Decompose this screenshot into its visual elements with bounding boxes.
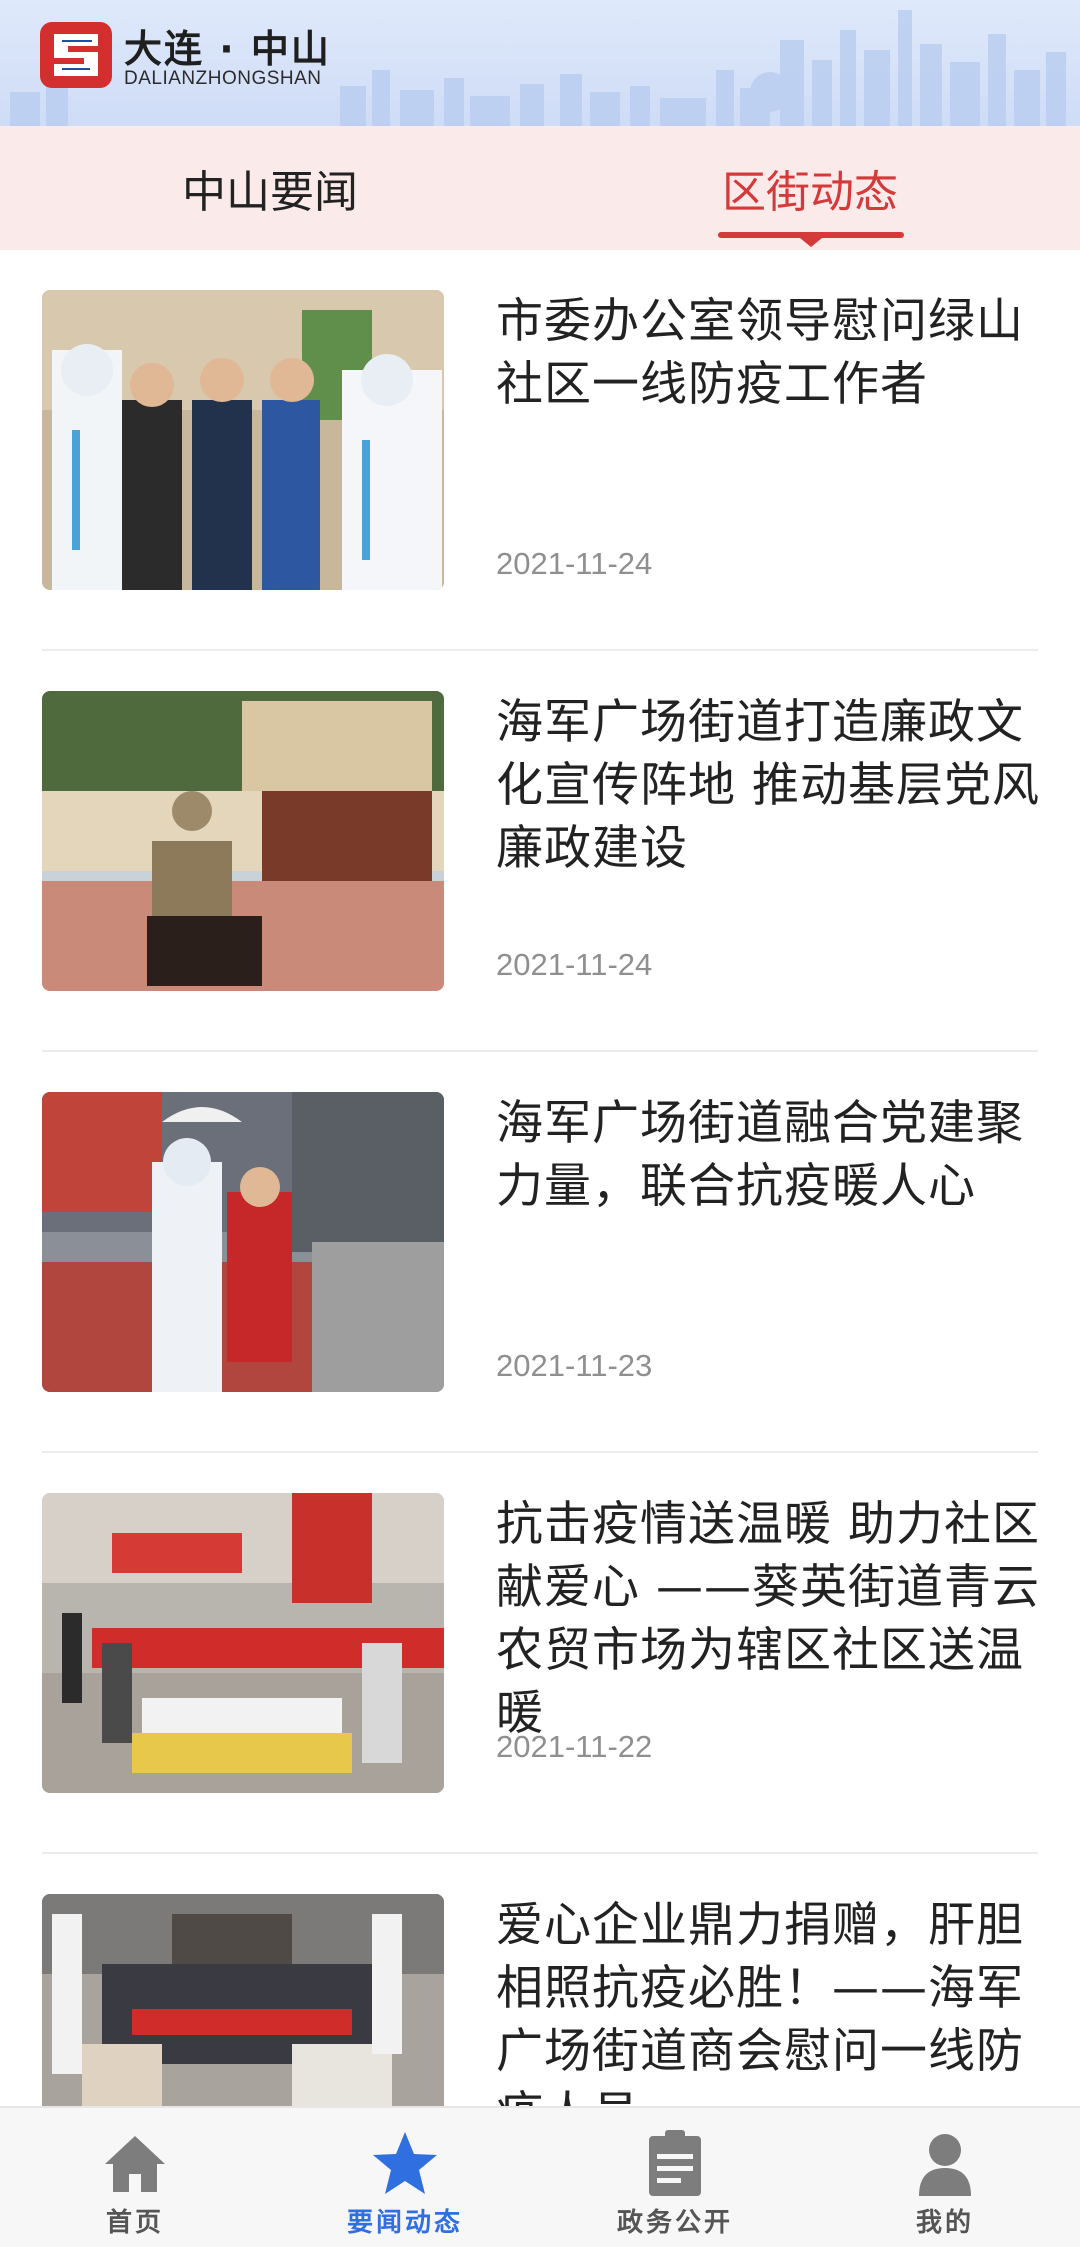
- photo-statue-plaza: [42, 691, 444, 991]
- news-title[interactable]: 爱心企业鼎力捐赠，肝胆相照抗疫必胜！——海军广场街道商会慰问一线防疫人员: [496, 1894, 1044, 2106]
- photo-testing-worker-street: [42, 1092, 444, 1392]
- news-title[interactable]: 海军广场街道融合党建聚力量，联合抗疫暖人心: [496, 1092, 1044, 1218]
- nav-home[interactable]: 首页: [0, 2108, 270, 2247]
- news-title[interactable]: 市委办公室领导慰问绿山社区一线防疫工作者: [496, 290, 1044, 416]
- photo-group-donation-banner: [42, 1894, 444, 2106]
- news-title[interactable]: 海军广场街道打造廉政文化宣传阵地 推动基层党风廉政建设: [496, 691, 1044, 880]
- nav-profile[interactable]: 我的: [810, 2108, 1080, 2247]
- nav-label-government: 政务公开: [616, 2208, 733, 2238]
- news-title[interactable]: 抗击疫情送温暖 助力社区献爱心 ——葵英街道青云农贸市场为辖区社区送温暖: [496, 1493, 1044, 1745]
- dalian-zhongshan-logo: [40, 22, 112, 88]
- photo-market-donation: [42, 1493, 444, 1793]
- news-date: 2021-11-23: [496, 1348, 653, 1383]
- user-icon: [919, 2134, 971, 2196]
- news-tabs: 中山要闻 区街动态: [0, 126, 1080, 250]
- list-item[interactable]: 市委办公室领导慰问绿山社区一线防疫工作者 2021-11-24: [0, 250, 1080, 651]
- news-date: 2021-11-24: [496, 947, 653, 982]
- clipboard-icon: [649, 2130, 701, 2196]
- list-item[interactable]: 海军广场街道融合党建聚力量，联合抗疫暖人心 2021-11-23: [0, 1052, 1080, 1453]
- news-thumbnail[interactable]: [42, 1092, 444, 1392]
- tab-zhongshan-news[interactable]: 中山要闻: [0, 126, 540, 250]
- brand-subtitle: DALIANZHONGSHAN: [124, 68, 322, 89]
- brand-title: 大连 · 中山: [124, 27, 331, 71]
- nav-label-profile: 我的: [915, 2208, 974, 2238]
- active-tab-caret: [800, 238, 822, 247]
- list-item[interactable]: 爱心企业鼎力捐赠，肝胆相照抗疫必胜！——海军广场街道商会慰问一线防疫人员: [0, 1854, 1080, 2106]
- star-icon: [373, 2132, 437, 2194]
- bottom-navigation: 首页 要闻动态 政务公开 我的: [0, 2106, 1080, 2247]
- nav-label-home: 首页: [105, 2208, 164, 2238]
- app-header: 大连 · 中山 DALIANZHONGSHAN: [0, 0, 1080, 126]
- list-item[interactable]: 抗击疫情送温暖 助力社区献爱心 ——葵英街道青云农贸市场为辖区社区送温暖 202…: [0, 1453, 1080, 1854]
- nav-news[interactable]: 要闻动态: [270, 2108, 540, 2247]
- home-icon: [105, 2136, 165, 2192]
- news-thumbnail[interactable]: [42, 691, 444, 991]
- list-item[interactable]: 海军广场街道打造廉政文化宣传阵地 推动基层党风廉政建设 2021-11-24: [0, 651, 1080, 1052]
- news-list: 市委办公室领导慰问绿山社区一线防疫工作者 2021-11-24 海军广场街道打造…: [0, 250, 1080, 2106]
- news-thumbnail[interactable]: [42, 290, 444, 590]
- news-thumbnail[interactable]: [42, 1894, 444, 2106]
- news-thumbnail[interactable]: [42, 1493, 444, 1793]
- news-date: 2021-11-24: [496, 546, 653, 581]
- nav-label-news: 要闻动态: [346, 2208, 463, 2238]
- nav-government-affairs[interactable]: 政务公开: [540, 2108, 810, 2247]
- news-date: 2021-11-22: [496, 1729, 653, 1764]
- photo-officials-with-medical-staff: [42, 290, 444, 590]
